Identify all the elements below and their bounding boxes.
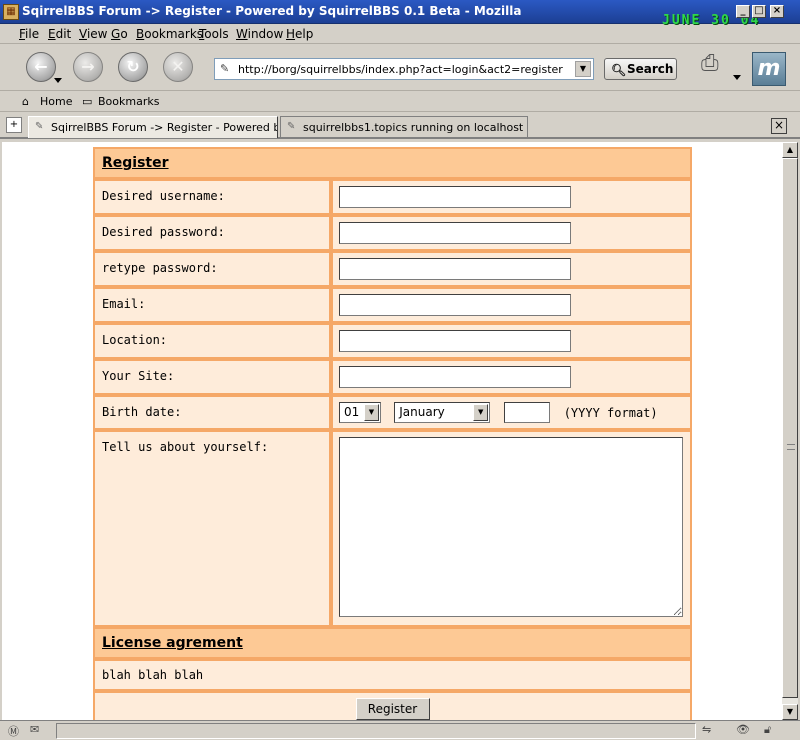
about-label: Tell us about yourself: — [94, 431, 330, 626]
connection-icon: ⇋ — [702, 723, 712, 736]
minimize-button[interactable]: _ — [736, 5, 750, 18]
scroll-thumb[interactable] — [782, 158, 798, 698]
close-window-button[interactable]: × — [770, 5, 784, 18]
retype-password-label: retype password: — [94, 252, 330, 286]
scroll-grip-icon — [787, 444, 795, 450]
bookmarks-button[interactable]: Bookmarks — [98, 95, 159, 108]
home-button[interactable]: Home — [40, 95, 72, 108]
back-history-dropdown-icon[interactable] — [54, 78, 62, 83]
birth-date-row: Birth date: 01 ▼ January ▼ (YYYY format) — [94, 396, 691, 429]
location-row: Location: — [94, 324, 691, 358]
email-row: Email: — [94, 288, 691, 322]
username-label: Desired username: — [94, 180, 330, 214]
retype-password-input[interactable] — [339, 258, 571, 280]
chat-icon[interactable]: ✉ — [30, 723, 39, 736]
password-label: Desired password: — [94, 216, 330, 250]
email-input[interactable] — [339, 294, 571, 316]
reload-button[interactable]: ↻ — [118, 52, 148, 82]
vertical-scrollbar[interactable]: ▲ ▼ — [782, 142, 798, 720]
title-bar: ▦ SqirrelBBS Forum -> Register - Powered… — [0, 0, 800, 28]
site-input[interactable] — [339, 366, 571, 388]
menu-edit[interactable]: Edit — [48, 27, 71, 41]
close-tab-icon[interactable]: × — [771, 118, 787, 134]
print-icon[interactable]: ⎙ — [701, 51, 731, 77]
register-form: Register Desired username: Desired passw… — [93, 147, 692, 720]
print-dropdown-icon[interactable] — [733, 75, 741, 80]
menu-tools[interactable]: Tools — [199, 27, 229, 41]
app-icon: ▦ — [3, 4, 19, 20]
birth-year-input[interactable] — [504, 402, 551, 423]
birth-month-select[interactable]: January ▼ — [394, 402, 491, 423]
search-button[interactable]: 🔍︎ Search — [604, 58, 677, 80]
license-heading: License agrement — [94, 628, 691, 658]
tab-bar: + ✎ SqirrelBBS Forum -> Register - Power… — [0, 113, 800, 139]
menu-window[interactable]: Window — [236, 27, 283, 41]
tab-topics[interactable]: ✎ squirrelbbs1.topics running on localho… — [280, 116, 528, 138]
site-label: Your Site: — [94, 360, 330, 394]
username-row: Desired username: — [94, 180, 691, 214]
username-input[interactable] — [339, 186, 571, 208]
url-dropdown-icon[interactable]: ▼ — [575, 61, 591, 77]
tab-label: SqirrelBBS Forum -> Register - Powered b… — [51, 121, 278, 134]
about-textarea[interactable] — [339, 437, 683, 617]
bookmarks-toolbar: ⌂ Home ▭ Bookmarks — [0, 92, 800, 112]
tab-label: squirrelbbs1.topics running on localhost… — [303, 121, 528, 134]
register-heading: Register — [94, 148, 691, 178]
birth-day-value: 01 — [344, 405, 360, 419]
location-label: Location: — [94, 324, 330, 358]
status-bar: Ⓜ ✉ ⇋ 👁︎ 🔓︎ — [0, 720, 800, 740]
scroll-up-icon[interactable]: ▲ — [782, 142, 798, 158]
folder-icon: ▭ — [82, 95, 93, 108]
forward-button[interactable]: → — [73, 52, 103, 82]
menu-bookmarks[interactable]: Bookmarks — [136, 27, 203, 41]
license-text: blah blah blah — [94, 660, 691, 690]
password-input[interactable] — [339, 222, 571, 244]
register-button[interactable]: Register — [355, 698, 430, 720]
page-icon: ✎ — [35, 121, 44, 132]
maximize-button[interactable]: □ — [752, 5, 766, 18]
retype-password-row: retype password: — [94, 252, 691, 286]
menu-bar: File Edit View Go Bookmarks Tools Window… — [0, 24, 800, 44]
scroll-down-icon[interactable]: ▼ — [782, 704, 798, 720]
privacy-icon[interactable]: 👁︎ — [736, 723, 750, 736]
mozilla-status-icon[interactable]: Ⓜ — [8, 723, 19, 739]
location-input[interactable] — [339, 330, 571, 352]
chevron-down-icon: ▼ — [364, 404, 379, 421]
status-text-panel — [56, 723, 696, 739]
password-row: Desired password: — [94, 216, 691, 250]
menu-file[interactable]: File — [19, 27, 39, 41]
email-label: Email: — [94, 288, 330, 322]
search-label: Search — [627, 62, 674, 76]
chevron-down-icon: ▼ — [473, 404, 489, 421]
birth-day-select[interactable]: 01 ▼ — [339, 402, 381, 423]
submit-row: Register — [94, 692, 691, 720]
site-row: Your Site: — [94, 360, 691, 394]
menu-go[interactable]: Go — [111, 27, 128, 41]
menu-view[interactable]: View — [79, 27, 107, 41]
form-header-row: Register — [94, 148, 691, 178]
about-row: Tell us about yourself: — [94, 431, 691, 626]
page-icon: ✎ — [220, 62, 230, 75]
page-icon: ✎ — [287, 121, 296, 132]
year-format-hint: (YYYY format) — [563, 405, 658, 420]
url-text: http://borg/squirrelbbs/index.php?act=lo… — [238, 63, 563, 76]
lock-icon: 🔓︎ — [764, 723, 772, 736]
window-title: SqirrelBBS Forum -> Register - Powered b… — [22, 4, 522, 18]
page-content: Register Desired username: Desired passw… — [2, 142, 782, 720]
back-button[interactable]: ← — [26, 52, 56, 82]
menu-help[interactable]: Help — [286, 27, 313, 41]
address-bar[interactable]: ✎ http://borg/squirrelbbs/index.php?act=… — [214, 58, 594, 80]
mozilla-throbber-icon: m — [752, 52, 786, 86]
home-icon: ⌂ — [22, 95, 29, 108]
license-text-row: blah blah blah — [94, 660, 691, 690]
magnifier-icon: 🔍︎ — [611, 63, 627, 77]
license-header-row: License agrement — [94, 628, 691, 658]
new-tab-icon[interactable]: + — [6, 117, 22, 133]
birth-month-value: January — [399, 405, 445, 419]
birth-date-label: Birth date: — [94, 396, 330, 429]
stop-button[interactable]: ✕ — [163, 52, 193, 82]
tab-register[interactable]: ✎ SqirrelBBS Forum -> Register - Powered… — [28, 116, 278, 138]
